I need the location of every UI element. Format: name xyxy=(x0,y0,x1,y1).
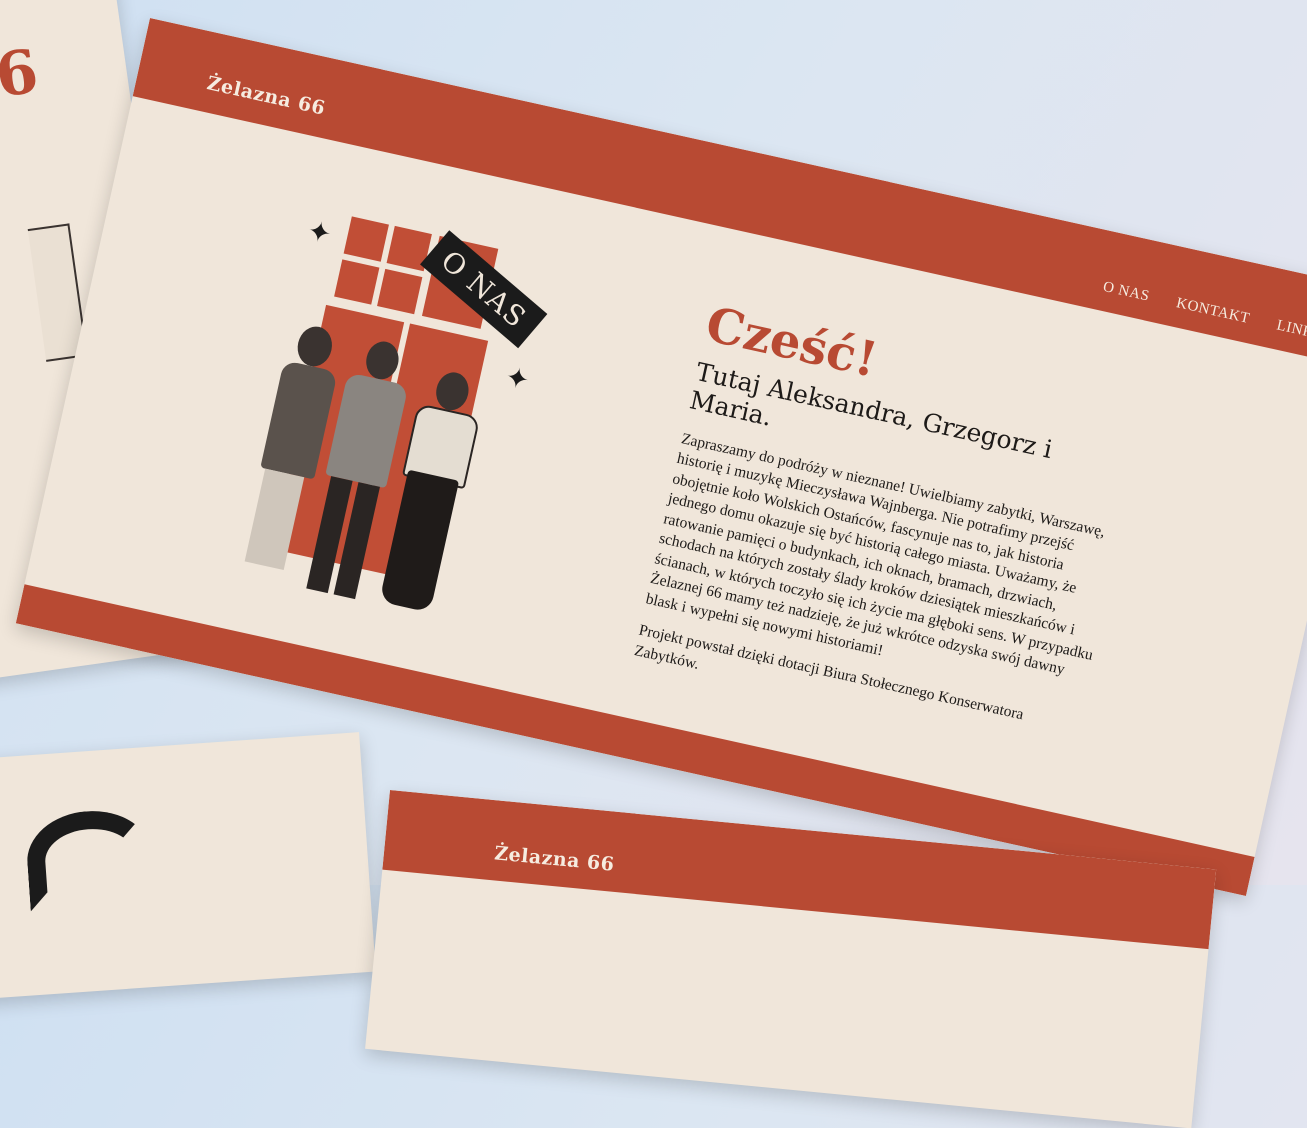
window-pane xyxy=(343,216,389,262)
window-pane xyxy=(334,259,380,305)
about-content: Cześć! Tutaj Aleksandra, Grzegorz i Mari… xyxy=(630,296,1153,769)
sparkle-icon: ✦ xyxy=(304,215,334,251)
pipe-illustration xyxy=(24,806,157,912)
sparkle-icon: ✦ xyxy=(502,361,532,398)
window-pane xyxy=(377,268,423,315)
left-page-accent: 6 xyxy=(0,36,43,112)
bottom-left-page-preview xyxy=(0,732,376,1000)
hero-illustration: O NAS ✦ ✦ xyxy=(226,188,610,663)
